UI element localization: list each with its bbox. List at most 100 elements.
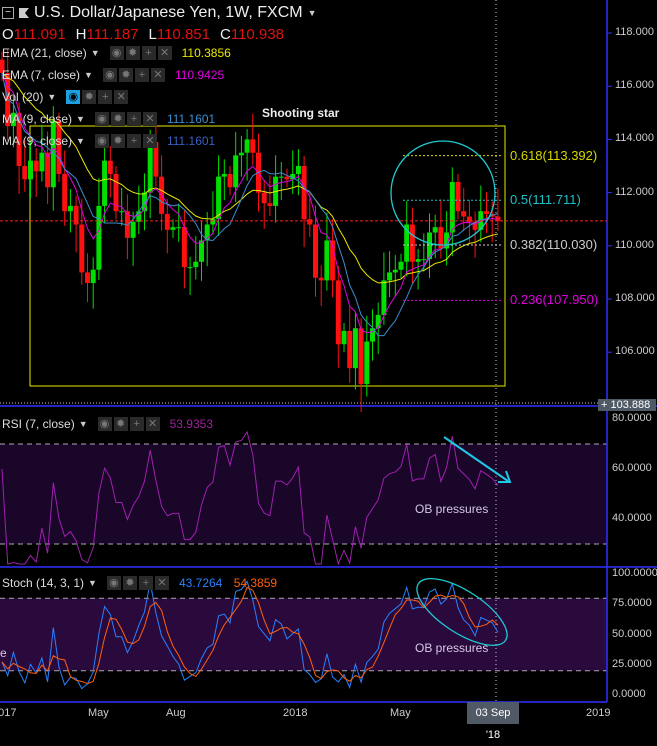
chevron-down-icon[interactable]: ▼ [76,114,85,124]
time-tick-label: May [390,707,411,719]
candle-body [318,277,324,281]
candle-body [96,205,102,270]
candle-body [421,259,427,261]
candle-body [227,173,233,188]
candle-body [102,160,108,206]
flag-icon [19,8,29,18]
indicator-legend[interactable]: Vol (20) ▼ ◉ ✹ + ✕ [2,90,138,104]
chevron-down-icon[interactable]: ▼ [308,8,317,18]
eye-icon[interactable]: ◉ [97,417,112,431]
candle-body [387,272,393,281]
price-tick-label: 112.000 [615,185,654,198]
plus-icon[interactable]: + [98,90,113,104]
close-icon[interactable]: ✕ [150,68,165,82]
stoch-tick-label: 75.0000 [612,597,652,610]
gear-icon[interactable]: ✹ [110,112,125,126]
indicator-legend[interactable]: EMA (7, close) ▼ ◉ ✹ + ✕ 110.9425 [2,68,224,82]
chevron-down-icon[interactable]: ▼ [76,136,85,146]
close-icon[interactable]: ✕ [157,46,172,60]
stoch-tick-label: 50.0000 [612,627,652,640]
chevron-down-icon[interactable]: ▼ [88,578,97,588]
candle-body [381,280,387,315]
indicator-legend[interactable]: MA (9, close) ▼ ◉ ✹ + ✕ 111.1601 [2,134,215,148]
price-tick-label: 116.000 [615,79,654,92]
stoch-legend[interactable]: Stoch (14, 3, 1) ▼ ◉ ✹ + ✕ 43.7264 54.3859 [2,576,277,590]
time-tick-label: 2018 [283,707,308,719]
indicator-value: 110.9425 [174,68,225,82]
stoch-band [0,598,607,671]
close-icon[interactable]: ✕ [154,576,169,590]
chevron-down-icon[interactable]: ▼ [79,419,88,429]
candle-body [284,176,290,180]
time-tick-label: 2019 [586,707,611,719]
candle-body [147,142,153,193]
gear-icon[interactable]: ✹ [118,68,133,82]
collapse-icon[interactable]: − [2,7,14,19]
shooting-star-label: Shooting star [262,106,340,120]
candle-body [238,152,244,156]
candle-body [250,139,256,153]
rsi-tick-label: 60.0000 [612,462,652,474]
time-tick-label: May [88,707,109,719]
eye-icon[interactable]: ◉ [94,134,109,148]
candle-body [164,213,170,230]
price-tick-label: 106.000 [615,345,655,358]
chevron-down-icon[interactable]: ▼ [84,70,93,80]
gear-icon[interactable]: ✹ [122,576,137,590]
plus-icon[interactable]: + [141,46,156,60]
stoch-tick-label: 100.0000 [612,567,657,579]
close-icon[interactable]: ✕ [142,134,157,148]
gear-icon[interactable]: ✹ [125,46,140,60]
candle-body [216,176,222,220]
candle-body [415,259,421,262]
eye-icon[interactable]: ◉ [106,576,121,590]
chevron-down-icon[interactable]: ▼ [47,92,56,102]
gear-icon[interactable]: ✹ [82,90,97,104]
chevron-down-icon[interactable]: ▼ [91,48,100,58]
close-icon[interactable]: ✕ [142,112,157,126]
candle-body [267,203,273,206]
candle-body [358,328,364,385]
candle-body [199,240,204,262]
close-icon[interactable]: ✕ [145,417,160,431]
eye-icon[interactable]: ◉ [66,90,81,104]
plus-icon[interactable]: + [129,417,144,431]
candle-body [244,139,250,153]
candle-body [221,173,227,177]
candle-body [187,267,193,269]
candle-body [28,160,33,180]
candle-body [398,261,404,270]
candle-body [335,280,341,345]
candle-body [62,173,68,212]
candle-body [352,328,358,369]
rsi-ob-label: OB pressures [415,502,489,516]
symbol-title[interactable]: − U.S. Dollar/Japanese Yen, 1W, FXCM ▼ [2,4,317,22]
eye-icon[interactable]: ◉ [109,46,124,60]
candle-body [130,221,136,238]
rsi-legend[interactable]: RSI (7, close) ▼ ◉ ✹ + ✕ 53.9353 [2,417,213,431]
price-tick-label: 108.000 [615,292,655,304]
plus-icon[interactable]: + [134,68,149,82]
candle-body [73,205,79,225]
symbol-title-text: U.S. Dollar/Japanese Yen, 1W, FXCM [34,4,303,21]
gear-icon[interactable]: ✹ [113,417,128,431]
candle-body [432,227,438,233]
candle-body [347,330,353,369]
plus-icon[interactable]: + [126,112,141,126]
indicator-legend[interactable]: EMA (21, close) ▼ ◉ ✹ + ✕ 110.3856 [2,46,231,60]
stoch-tick-label: 0.0000 [612,688,646,700]
eye-icon[interactable]: ◉ [94,112,109,126]
candle-body [375,314,381,329]
plus-icon[interactable]: + [138,576,153,590]
candle-body [449,181,455,233]
plus-icon[interactable]: + [126,134,141,148]
gear-icon[interactable]: ✹ [110,134,125,148]
cursor-date-tag: 03 Sep '18 [467,702,519,741]
close-icon[interactable]: ✕ [114,90,129,104]
fib-label: 0.382(110.030) [510,237,598,252]
eye-icon[interactable]: ◉ [102,68,117,82]
candle-body [324,240,330,281]
stoch-tick-label: 25.0000 [612,657,652,670]
candle-body [455,181,461,212]
indicator-legend[interactable]: MA (9, close) ▼ ◉ ✹ + ✕ 111.1601 [2,112,215,126]
